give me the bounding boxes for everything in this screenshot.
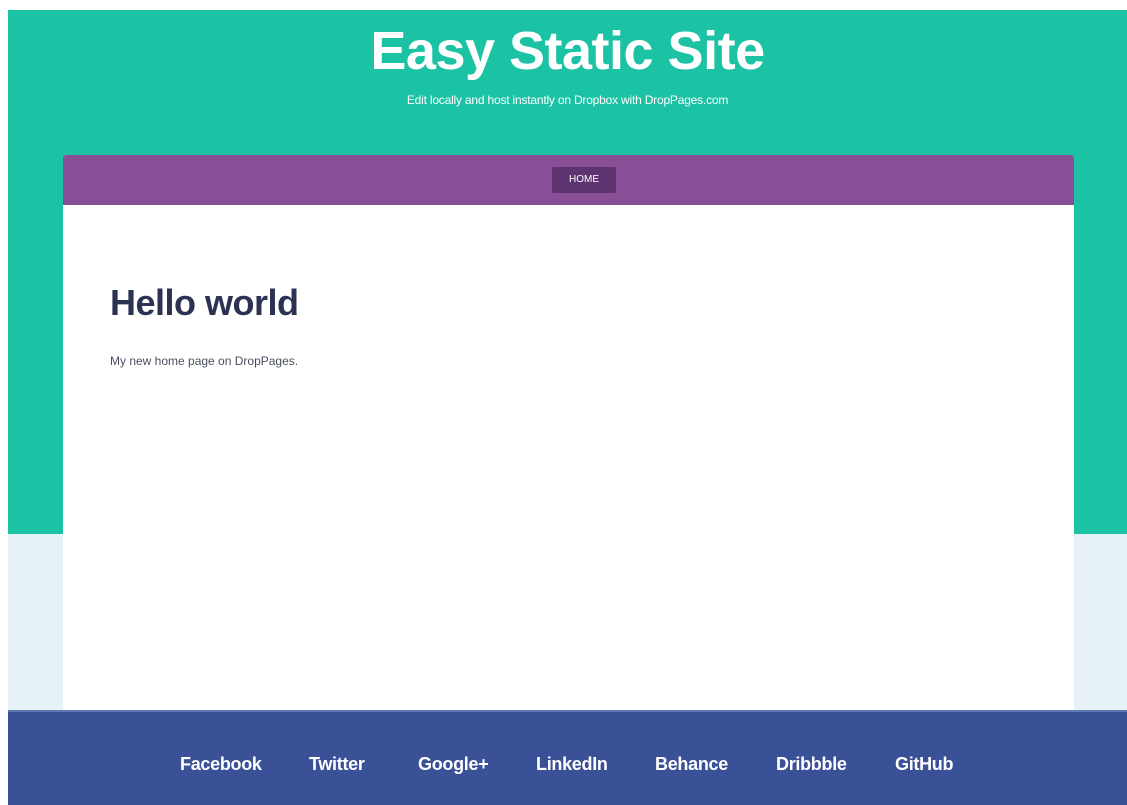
social-footer: Facebook Twitter Google+ LinkedIn Behanc…	[8, 710, 1127, 805]
main-navbar: HOME	[63, 155, 1074, 205]
footer-link-linkedin[interactable]: LinkedIn	[536, 752, 608, 776]
nav-item-home[interactable]: HOME	[552, 167, 616, 193]
footer-link-facebook[interactable]: Facebook	[180, 752, 262, 776]
footer-link-twitter[interactable]: Twitter	[309, 752, 365, 776]
site-title: Easy Static Site	[370, 21, 765, 81]
content-card: HOME Hello world My new home page on Dro…	[63, 155, 1074, 710]
site-tagline: Edit locally and host instantly on Dropb…	[406, 93, 729, 107]
footer-link-dribbble[interactable]: Dribbble	[776, 752, 847, 776]
page-body-text: My new home page on DropPages.	[110, 354, 299, 368]
page-frame: Easy Static Site Edit locally and host i…	[8, 10, 1127, 805]
page-heading: Hello world	[110, 282, 299, 323]
footer-link-github[interactable]: GitHub	[895, 752, 953, 776]
footer-link-google-plus[interactable]: Google+	[418, 752, 489, 776]
footer-link-behance[interactable]: Behance	[655, 752, 728, 776]
